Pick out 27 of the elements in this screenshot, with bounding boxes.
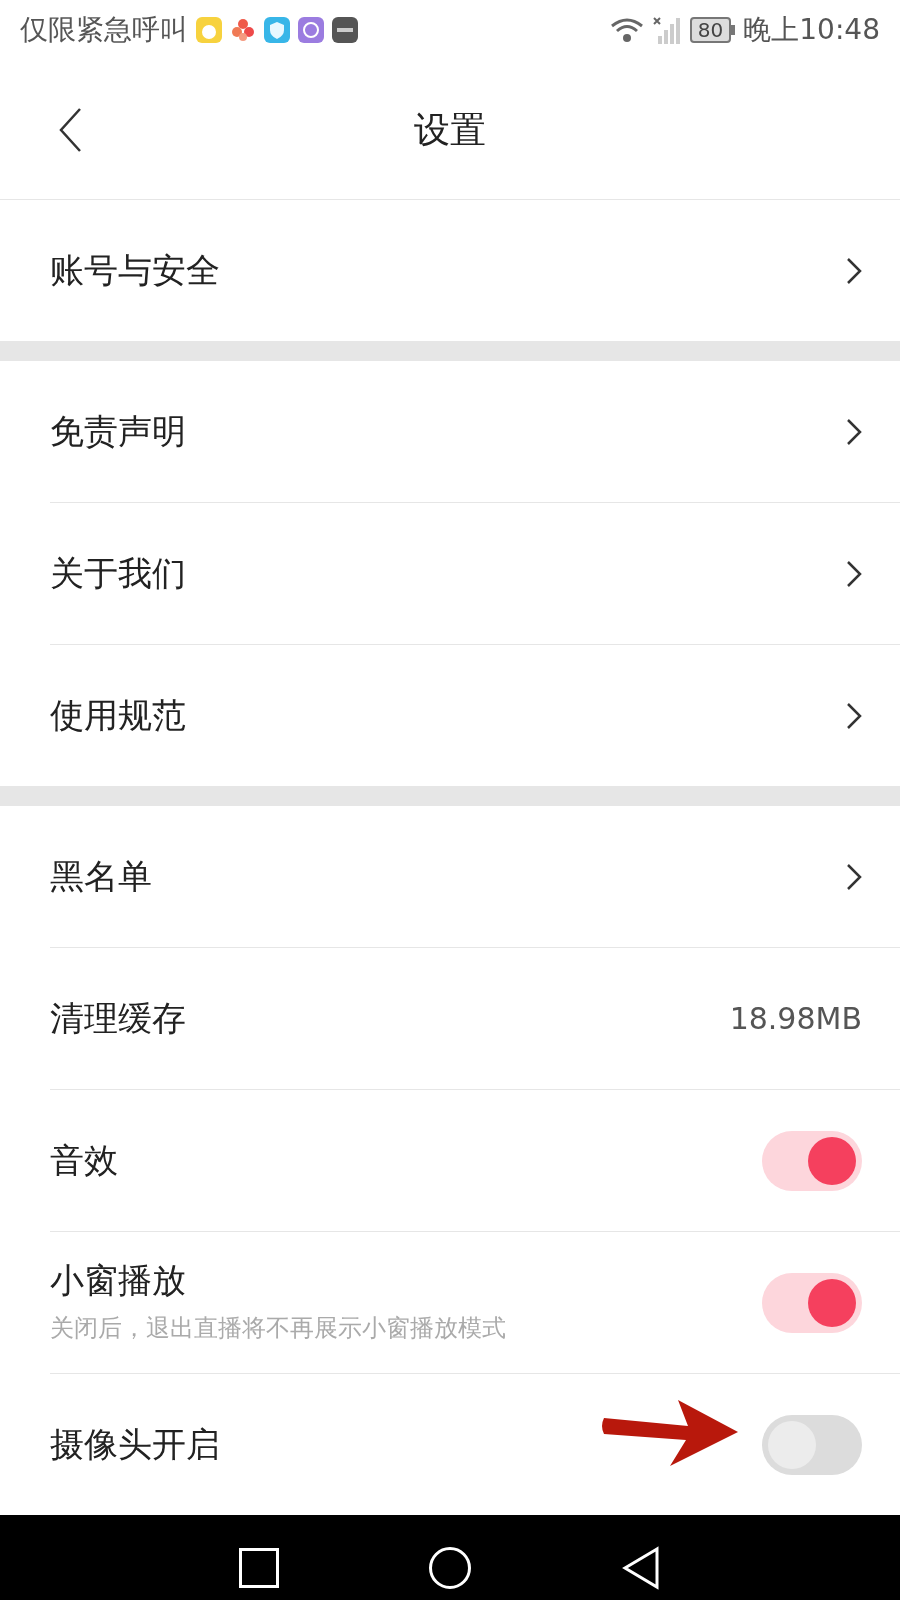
carrier-text: 仅限紧急呼叫 xyxy=(20,12,188,48)
setting-label: 小窗播放 xyxy=(50,1259,186,1302)
setting-label: 黑名单 xyxy=(50,855,152,898)
flower-app-icon xyxy=(230,17,256,43)
setting-label: 账号与安全 xyxy=(50,249,220,292)
setting-label: 音效 xyxy=(50,1139,118,1182)
recent-apps-button[interactable] xyxy=(239,1548,279,1588)
setting-label: 关于我们 xyxy=(50,552,186,595)
setting-label: 使用规范 xyxy=(50,694,186,737)
chevron-right-icon xyxy=(846,559,862,588)
setting-label: 免责声明 xyxy=(50,410,186,453)
page-title: 设置 xyxy=(414,107,486,152)
setting-label: 摄像头开启 xyxy=(50,1423,220,1466)
back-nav-button[interactable] xyxy=(621,1546,661,1590)
setting-label: 清理缓存 xyxy=(50,997,186,1040)
chevron-right-icon xyxy=(846,256,862,285)
battery-indicator: 80 xyxy=(689,17,736,43)
shield-app-icon xyxy=(264,17,290,43)
setting-description: 关闭后，退出直播将不再展示小窗播放模式 xyxy=(50,1312,506,1344)
chevron-right-icon xyxy=(846,701,862,730)
signal-icon xyxy=(651,16,682,44)
home-button[interactable] xyxy=(429,1547,471,1589)
chevron-right-icon xyxy=(846,417,862,446)
cache-size: 18.98MB xyxy=(729,1000,862,1038)
clock-text: 晚上10:48 xyxy=(743,12,880,48)
chevron-right-icon xyxy=(846,862,862,891)
wifi-icon xyxy=(609,16,644,44)
